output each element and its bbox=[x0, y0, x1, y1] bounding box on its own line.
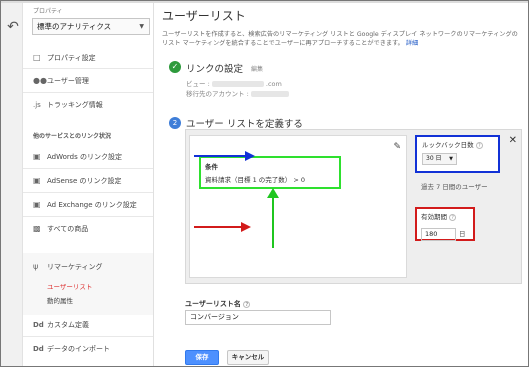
blue-arrow-annotation bbox=[194, 151, 255, 161]
page-icon: □ bbox=[33, 53, 41, 62]
step1-account: 移行先のアカウント : bbox=[186, 88, 289, 98]
step1-view: ビュー : .com bbox=[186, 78, 282, 88]
cancel-button[interactable]: キャンセル bbox=[227, 350, 269, 365]
red-arrow-annotation bbox=[194, 222, 251, 232]
divider bbox=[23, 68, 153, 69]
view-label: ビュー : bbox=[186, 80, 210, 88]
property-section-label: プロパティ bbox=[33, 8, 63, 15]
duration-highlight: 有効期間 ? 180 日 bbox=[415, 207, 475, 241]
chevron-down-icon: ▼ bbox=[139, 23, 144, 30]
save-button[interactable]: 保存 bbox=[185, 350, 219, 365]
sidebar-item-all-products[interactable]: ▩ すべての商品 bbox=[33, 223, 88, 235]
condition-value: 資料請求（目標 1 の完了数） > 0 bbox=[205, 176, 305, 184]
sidebar-item-user-management[interactable]: ●●ユーザー管理 bbox=[33, 75, 89, 87]
page-title: ユーザーリスト bbox=[162, 9, 246, 23]
duration-unit: 日 bbox=[459, 230, 466, 238]
chevron-down-icon: ▼ bbox=[449, 156, 453, 162]
list-name-input[interactable]: コンバージョン bbox=[185, 310, 331, 325]
adexchange-icon: ▣ bbox=[33, 200, 41, 209]
close-icon[interactable]: ✕ bbox=[509, 135, 517, 146]
funnel-icon: ψ bbox=[33, 262, 39, 271]
link-section-label: 他のサービスとのリンク状況 bbox=[33, 133, 111, 140]
divider bbox=[23, 336, 153, 337]
sidebar-item-tracking-info[interactable]: .js トラッキング情報 bbox=[33, 99, 103, 111]
learn-more-link[interactable]: 詳細 bbox=[406, 40, 418, 47]
help-icon[interactable]: ? bbox=[475, 141, 483, 149]
page-description: ユーザーリストを作成すると、検索広告のリマーケティング リストと Google … bbox=[162, 30, 522, 48]
sidebar-item-data-import[interactable]: Dd データのインポート bbox=[33, 343, 110, 355]
main-content: ユーザーリスト ユーザーリストを作成すると、検索広告のリマーケティング リストと… bbox=[155, 3, 527, 365]
step1-title: リンクの設定 bbox=[186, 64, 244, 75]
sidebar-item-label: すべての商品 bbox=[47, 225, 89, 233]
sidebar-item-label: AdWords のリンク設定 bbox=[47, 153, 122, 161]
sidebar-item-label: Ad Exchange のリンク設定 bbox=[47, 201, 137, 209]
property-select-value: 標準のアナリティクス bbox=[37, 22, 112, 31]
people-icon: ●● bbox=[33, 76, 47, 85]
property-select[interactable]: 標準のアナリティクス ▼ bbox=[32, 18, 150, 35]
condition-highlight: 条件 資料請求（目標 1 の完了数） > 0 bbox=[199, 156, 341, 189]
sidebar-item-label: データのインポート bbox=[47, 345, 110, 353]
sidebar-item-adsense[interactable]: ▣ AdSense のリンク設定 bbox=[33, 175, 121, 187]
lookback-label: ルックバック日数 bbox=[422, 141, 474, 149]
divider bbox=[23, 168, 153, 169]
adwords-icon: ▣ bbox=[33, 152, 41, 161]
help-icon[interactable]: ? bbox=[243, 300, 251, 308]
sidebar-item-adwords[interactable]: ▣ AdWords のリンク設定 bbox=[33, 151, 122, 163]
sidebar-item-custom-definitions[interactable]: Dd カスタム定義 bbox=[33, 319, 89, 331]
divider bbox=[23, 92, 153, 93]
step-number-badge: 2 bbox=[169, 117, 181, 129]
dd-icon: Dd bbox=[33, 345, 44, 353]
sidebar-item-label: カスタム定義 bbox=[47, 321, 89, 329]
account-label: 移行先のアカウント : bbox=[186, 90, 249, 98]
duration-label: 有効期間 bbox=[421, 213, 447, 221]
sidebar-subitem-user-list[interactable]: ユーザーリスト bbox=[47, 281, 92, 291]
list-name-label: ユーザーリスト名 ? bbox=[185, 299, 251, 309]
js-icon: .js bbox=[33, 101, 41, 109]
lookback-highlight: ルックバック日数 ? 30 日 ▼ bbox=[415, 135, 500, 173]
sidebar-item-label: AdSense のリンク設定 bbox=[47, 177, 122, 185]
description-text: ユーザーリストを作成すると、検索広告のリマーケティング リストと Google … bbox=[162, 31, 518, 47]
sidebar-subitem-dynamic-attributes[interactable]: 動的属性 bbox=[47, 295, 73, 305]
redacted-text bbox=[211, 81, 264, 87]
duration-input[interactable]: 180 bbox=[421, 228, 456, 241]
sidebar-item-label: トラッキング情報 bbox=[47, 101, 103, 109]
divider bbox=[23, 216, 153, 217]
sidebar-item-property-settings[interactable]: □ プロパティ設定 bbox=[33, 52, 96, 64]
sidebar-item-label: プロパティ設定 bbox=[47, 54, 96, 62]
step1-edit-link[interactable]: 編集 bbox=[251, 64, 263, 73]
adsense-icon: ▣ bbox=[33, 176, 41, 185]
sidebar: プロパティ 標準のアナリティクス ▼ □ プロパティ設定 ●●ユーザー管理 .js… bbox=[23, 3, 154, 366]
divider bbox=[23, 192, 153, 193]
all-products-icon: ▩ bbox=[33, 224, 41, 233]
define-panel: ✎ 条件 資料請求（目標 1 の完了数） > 0 ✕ ルックバック日数 ? 30… bbox=[185, 129, 522, 284]
dd-icon: Dd bbox=[33, 321, 44, 329]
green-arrow-annotation bbox=[267, 188, 279, 248]
redacted-text bbox=[250, 91, 289, 97]
check-icon: ✓ bbox=[169, 61, 181, 73]
sidebar-item-remarketing[interactable]: ψ リマーケティング bbox=[33, 261, 102, 273]
help-icon[interactable]: ? bbox=[449, 213, 457, 221]
lookback-value: 30 日 bbox=[426, 155, 442, 162]
settings-area: ✕ ルックバック日数 ? 30 日 ▼ 過去 7 日間のユーザー 有効期間 ? … bbox=[408, 130, 522, 284]
list-name-label-text: ユーザーリスト名 bbox=[185, 300, 241, 308]
left-rail: ↶ bbox=[1, 3, 23, 366]
sidebar-item-adexchange[interactable]: ▣ Ad Exchange のリンク設定 bbox=[33, 199, 137, 211]
past-users-label: 過去 7 日間のユーザー bbox=[421, 183, 488, 191]
sidebar-item-label: リマーケティング bbox=[47, 263, 103, 271]
sidebar-item-label: ユーザー管理 bbox=[47, 77, 89, 85]
arrow-left-icon[interactable]: ↶ bbox=[5, 19, 21, 35]
lookback-select[interactable]: 30 日 ▼ bbox=[422, 153, 457, 165]
condition-heading: 条件 bbox=[205, 163, 218, 171]
pencil-icon[interactable]: ✎ bbox=[393, 142, 401, 152]
view-value: .com bbox=[265, 80, 282, 88]
step2-title: ユーザー リストを定義する bbox=[186, 119, 303, 130]
